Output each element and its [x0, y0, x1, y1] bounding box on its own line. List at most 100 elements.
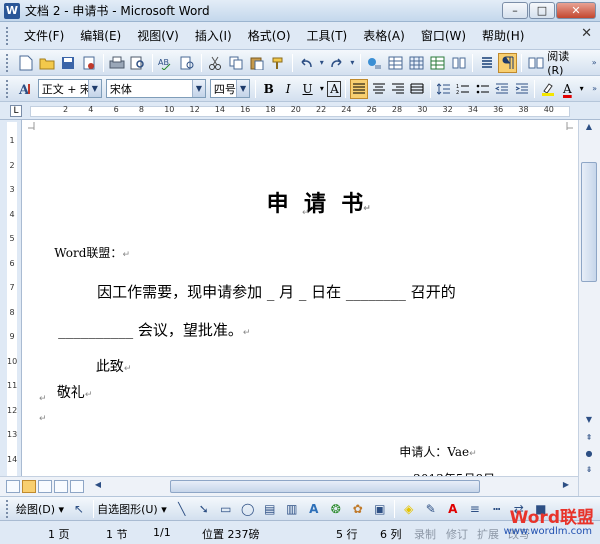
toolbar-grip[interactable]	[6, 79, 10, 98]
minimize-button[interactable]: –	[502, 2, 528, 19]
show-hide-formatting-icon[interactable]	[498, 52, 518, 73]
style-select[interactable]: 正文 + 宋体 ▼	[37, 79, 102, 98]
vertical-ruler[interactable]: 123456789101112131415	[0, 120, 22, 496]
cut-icon[interactable]	[206, 53, 225, 73]
character-border-button[interactable]: A	[327, 80, 342, 97]
diagram-icon[interactable]: ❂	[326, 499, 346, 519]
menu-insert[interactable]: 插入(I)	[187, 26, 240, 46]
save-icon[interactable]	[59, 53, 78, 73]
close-button[interactable]: ✕	[556, 2, 596, 19]
open-folder-icon[interactable]	[38, 53, 57, 73]
align-center-icon[interactable]	[370, 79, 387, 99]
menu-view[interactable]: 视图(V)	[129, 26, 187, 46]
toolbar-options-icon[interactable]: »	[590, 79, 599, 99]
undo-dropdown-icon[interactable]: ▾	[318, 53, 326, 73]
vertical-scrollbar[interactable]: ▲ ▼ ⇞ ● ⇟	[578, 120, 600, 496]
next-page-icon[interactable]: ⇟	[581, 465, 597, 479]
select-browse-object-icon[interactable]: ●	[581, 449, 597, 463]
menu-help[interactable]: 帮助(H)	[474, 26, 532, 46]
restore-button[interactable]: □	[529, 2, 555, 19]
scroll-up-icon[interactable]: ▲	[581, 122, 597, 136]
toolbar-options-icon[interactable]: »	[589, 53, 599, 73]
highlight-icon[interactable]	[539, 79, 556, 99]
spelling-check-icon[interactable]: AB	[157, 53, 176, 73]
line-style-icon[interactable]: ≡	[465, 499, 485, 519]
menu-edit[interactable]: 编辑(E)	[72, 26, 129, 46]
horizontal-ruler[interactable]: L 2 4 6 8 10 12 14 16 18 20 22 24 26 28 30 32 34 36 38 40	[0, 102, 600, 120]
redo-icon[interactable]	[328, 53, 347, 73]
dash-style-icon[interactable]: ┅	[487, 499, 507, 519]
status-trk[interactable]: 修订	[446, 526, 468, 542]
menu-tools[interactable]: 工具(T)	[299, 26, 356, 46]
select-objects-icon[interactable]: ↖	[69, 499, 89, 519]
outline-view-icon[interactable]	[54, 480, 68, 493]
insert-excel-icon[interactable]	[428, 53, 447, 73]
bold-button[interactable]: B	[260, 79, 277, 99]
copy-icon[interactable]	[227, 53, 246, 73]
font-select[interactable]: 宋体 ▼	[105, 79, 206, 98]
menu-table[interactable]: 表格(A)	[355, 26, 413, 46]
paste-icon[interactable]	[248, 53, 267, 73]
read-mode-label[interactable]: 阅读(R)	[547, 48, 583, 77]
scroll-left-icon[interactable]: ◀	[90, 480, 106, 494]
insert-picture-icon[interactable]: ▣	[370, 499, 390, 519]
align-justify-icon[interactable]	[350, 78, 368, 99]
horizontal-scrollbar[interactable]: ◀ ▶	[0, 476, 578, 496]
vertical-scroll-thumb[interactable]	[581, 162, 597, 282]
font-color-button[interactable]: A	[559, 79, 576, 99]
clip-art-icon[interactable]: ✿	[348, 499, 368, 519]
tab-selector[interactable]: L	[10, 105, 22, 117]
chevron-down-icon[interactable]: ▼	[87, 80, 101, 97]
autoshapes-menu-button[interactable]: 自选图形(U) ▾	[97, 501, 167, 517]
print-preview-icon[interactable]	[129, 53, 148, 73]
print-layout-view-icon[interactable]	[38, 480, 52, 493]
rectangle-icon[interactable]: ▭	[216, 499, 236, 519]
document-close-icon[interactable]: ✕	[581, 26, 592, 41]
chevron-down-icon[interactable]: ▼	[236, 80, 250, 97]
draw-menu-button[interactable]: 绘图(D) ▾	[16, 501, 64, 517]
menu-window[interactable]: 窗口(W)	[413, 26, 474, 46]
web-view-icon[interactable]	[22, 480, 36, 493]
line-color-icon[interactable]: ✎	[421, 499, 441, 519]
research-icon[interactable]	[178, 53, 197, 73]
insert-table-icon[interactable]	[407, 53, 426, 73]
increase-indent-icon[interactable]	[513, 79, 530, 99]
redo-dropdown-icon[interactable]: ▾	[349, 53, 357, 73]
permission-icon[interactable]	[80, 53, 99, 73]
document-page[interactable]: 申 请 书↵ ↵ Word联盟：↵ 因工作需要，现申请参加 _ 月 _ 日在 _…	[22, 120, 578, 496]
wordart-icon[interactable]: A	[304, 499, 324, 519]
scroll-down-icon[interactable]: ▼	[581, 415, 597, 429]
underline-dropdown-icon[interactable]: ▾	[318, 79, 325, 99]
bullets-icon[interactable]	[474, 79, 491, 99]
line-spacing-icon[interactable]	[435, 79, 452, 99]
read-mode-icon[interactable]	[526, 53, 545, 73]
undo-icon[interactable]	[297, 53, 316, 73]
previous-page-icon[interactable]: ⇞	[581, 433, 597, 447]
numbering-icon[interactable]: 12	[455, 79, 472, 99]
chevron-down-icon[interactable]: ▼	[191, 80, 205, 97]
status-rec[interactable]: 录制	[414, 526, 436, 542]
toolbar-grip[interactable]	[6, 53, 10, 72]
reading-view-icon[interactable]	[70, 480, 84, 493]
tables-borders-icon[interactable]	[386, 53, 405, 73]
word-app-icon[interactable]: W	[4, 2, 20, 19]
hyperlink-icon[interactable]	[365, 53, 384, 73]
distributed-align-icon[interactable]	[409, 79, 426, 99]
menu-format[interactable]: 格式(O)	[240, 26, 299, 46]
styles-formatting-icon[interactable]: A	[17, 79, 35, 99]
line-icon[interactable]: ╲	[172, 499, 192, 519]
fill-color-icon[interactable]: ◈	[399, 499, 419, 519]
arrow-icon[interactable]: ➘	[194, 499, 214, 519]
toolbar-grip[interactable]	[6, 499, 10, 518]
font-size-select[interactable]: 四号 ▼	[209, 79, 251, 98]
new-document-icon[interactable]	[17, 53, 36, 73]
italic-button[interactable]: I	[279, 79, 296, 99]
text-box-icon[interactable]: ▤	[260, 499, 280, 519]
underline-button[interactable]: U	[299, 79, 316, 99]
horizontal-scroll-thumb[interactable]	[170, 480, 480, 493]
font-color-dropdown-icon[interactable]: ▾	[578, 79, 585, 99]
document-map-icon[interactable]	[477, 53, 496, 73]
draw-font-color-icon[interactable]: A	[443, 499, 463, 519]
columns-icon[interactable]	[449, 53, 468, 73]
oval-icon[interactable]: ◯	[238, 499, 258, 519]
